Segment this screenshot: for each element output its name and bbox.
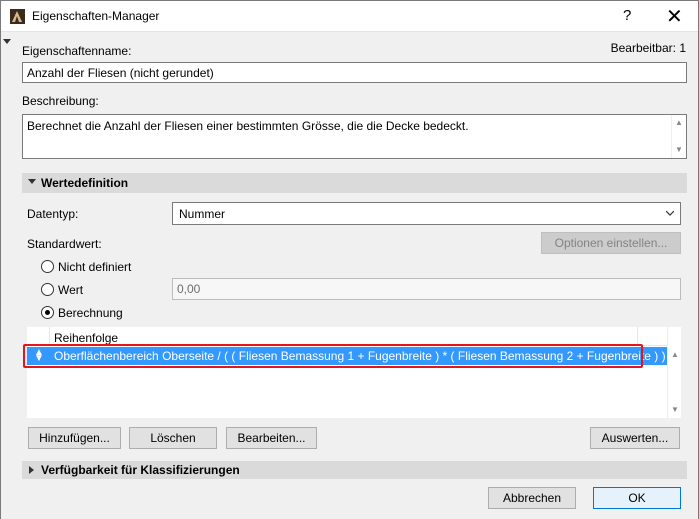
- radio-undefined[interactable]: [41, 260, 54, 273]
- list-item[interactable]: ▲ ▼ Oberflächenbereich Oberseite / ( ( Fl…: [27, 347, 667, 365]
- scroll-down-icon[interactable]: ▼: [672, 142, 686, 158]
- collapse-arrow-icon[interactable]: [3, 39, 11, 44]
- scroll-up-icon[interactable]: ▲: [672, 115, 686, 131]
- value-field[interactable]: 0,00: [172, 278, 681, 300]
- ok-button[interactable]: OK: [593, 487, 681, 509]
- radio-value[interactable]: [41, 283, 54, 296]
- section-value-definition[interactable]: Wertedefinition: [22, 173, 687, 193]
- edit-button[interactable]: Bearbeiten...: [226, 427, 317, 449]
- add-button[interactable]: Hinzufügen...: [28, 427, 121, 449]
- radio-calculation-label: Berechnung: [58, 306, 123, 320]
- dialog-footer: Abbrechen OK: [1, 479, 698, 519]
- scroll-up-icon[interactable]: ▲: [668, 347, 682, 363]
- editable-status: Bearbeitbar: 1: [610, 41, 686, 55]
- radio-value-label: Wert: [58, 283, 84, 297]
- default-value-label: Standardwert:: [27, 237, 102, 251]
- section-title: Wertedefinition: [41, 176, 129, 190]
- evaluate-button[interactable]: Auswerten...: [590, 427, 680, 449]
- datatype-value: Nummer: [179, 207, 226, 221]
- property-name-label: Eigenschaftenname:: [22, 44, 132, 58]
- description-textarea[interactable]: Berechnet die Anzahl der Fliesen einer b…: [22, 114, 687, 159]
- properties-manager-dialog: Eigenschaften-Manager ? ✕ Eigenschaftenn…: [0, 0, 699, 519]
- column-divider: [49, 327, 50, 346]
- list-header: Reihenfolge: [27, 327, 667, 346]
- column-header-order[interactable]: Reihenfolge: [54, 331, 118, 345]
- delete-button[interactable]: Löschen: [129, 427, 217, 449]
- radio-calculation[interactable]: [41, 306, 54, 319]
- help-button[interactable]: ?: [623, 7, 631, 24]
- radio-undefined-label: Nicht definiert: [58, 260, 132, 274]
- list-scrollbar[interactable]: ▲ ▼: [667, 327, 681, 418]
- section-availability[interactable]: Verfügbarkeit für Klassifizierungen: [22, 461, 687, 479]
- column-divider: [637, 327, 638, 346]
- expand-right-icon: [29, 466, 34, 474]
- datatype-select[interactable]: Nummer: [172, 202, 681, 225]
- section-title: Verfügbarkeit für Klassifizierungen: [41, 463, 240, 477]
- sort-updown-icon[interactable]: ▲ ▼: [34, 348, 44, 364]
- description-label: Beschreibung:: [22, 94, 99, 108]
- property-name-input[interactable]: Anzahl der Fliesen (nicht gerundet): [22, 62, 687, 83]
- datatype-label: Datentyp:: [27, 207, 79, 221]
- options-button[interactable]: Optionen einstellen...: [541, 232, 681, 254]
- cancel-button[interactable]: Abbrechen: [488, 487, 576, 509]
- formula-text: Oberflächenbereich Oberseite / ( ( Flies…: [54, 349, 666, 363]
- app-icon: [10, 9, 25, 24]
- chevron-down-icon: [666, 210, 674, 216]
- close-button[interactable]: ✕: [666, 4, 683, 29]
- description-text: Berechnet die Anzahl der Fliesen einer b…: [27, 119, 469, 133]
- scroll-down-icon[interactable]: ▼: [668, 402, 682, 418]
- window-title: Eigenschaften-Manager: [32, 9, 160, 23]
- description-scrollbar[interactable]: ▲ ▼: [671, 115, 686, 158]
- formula-list[interactable]: Reihenfolge ▲ ▼ Oberflächenbereich Oberse…: [27, 327, 681, 418]
- expand-down-icon: [28, 179, 36, 184]
- title-bar: Eigenschaften-Manager ? ✕: [1, 1, 698, 32]
